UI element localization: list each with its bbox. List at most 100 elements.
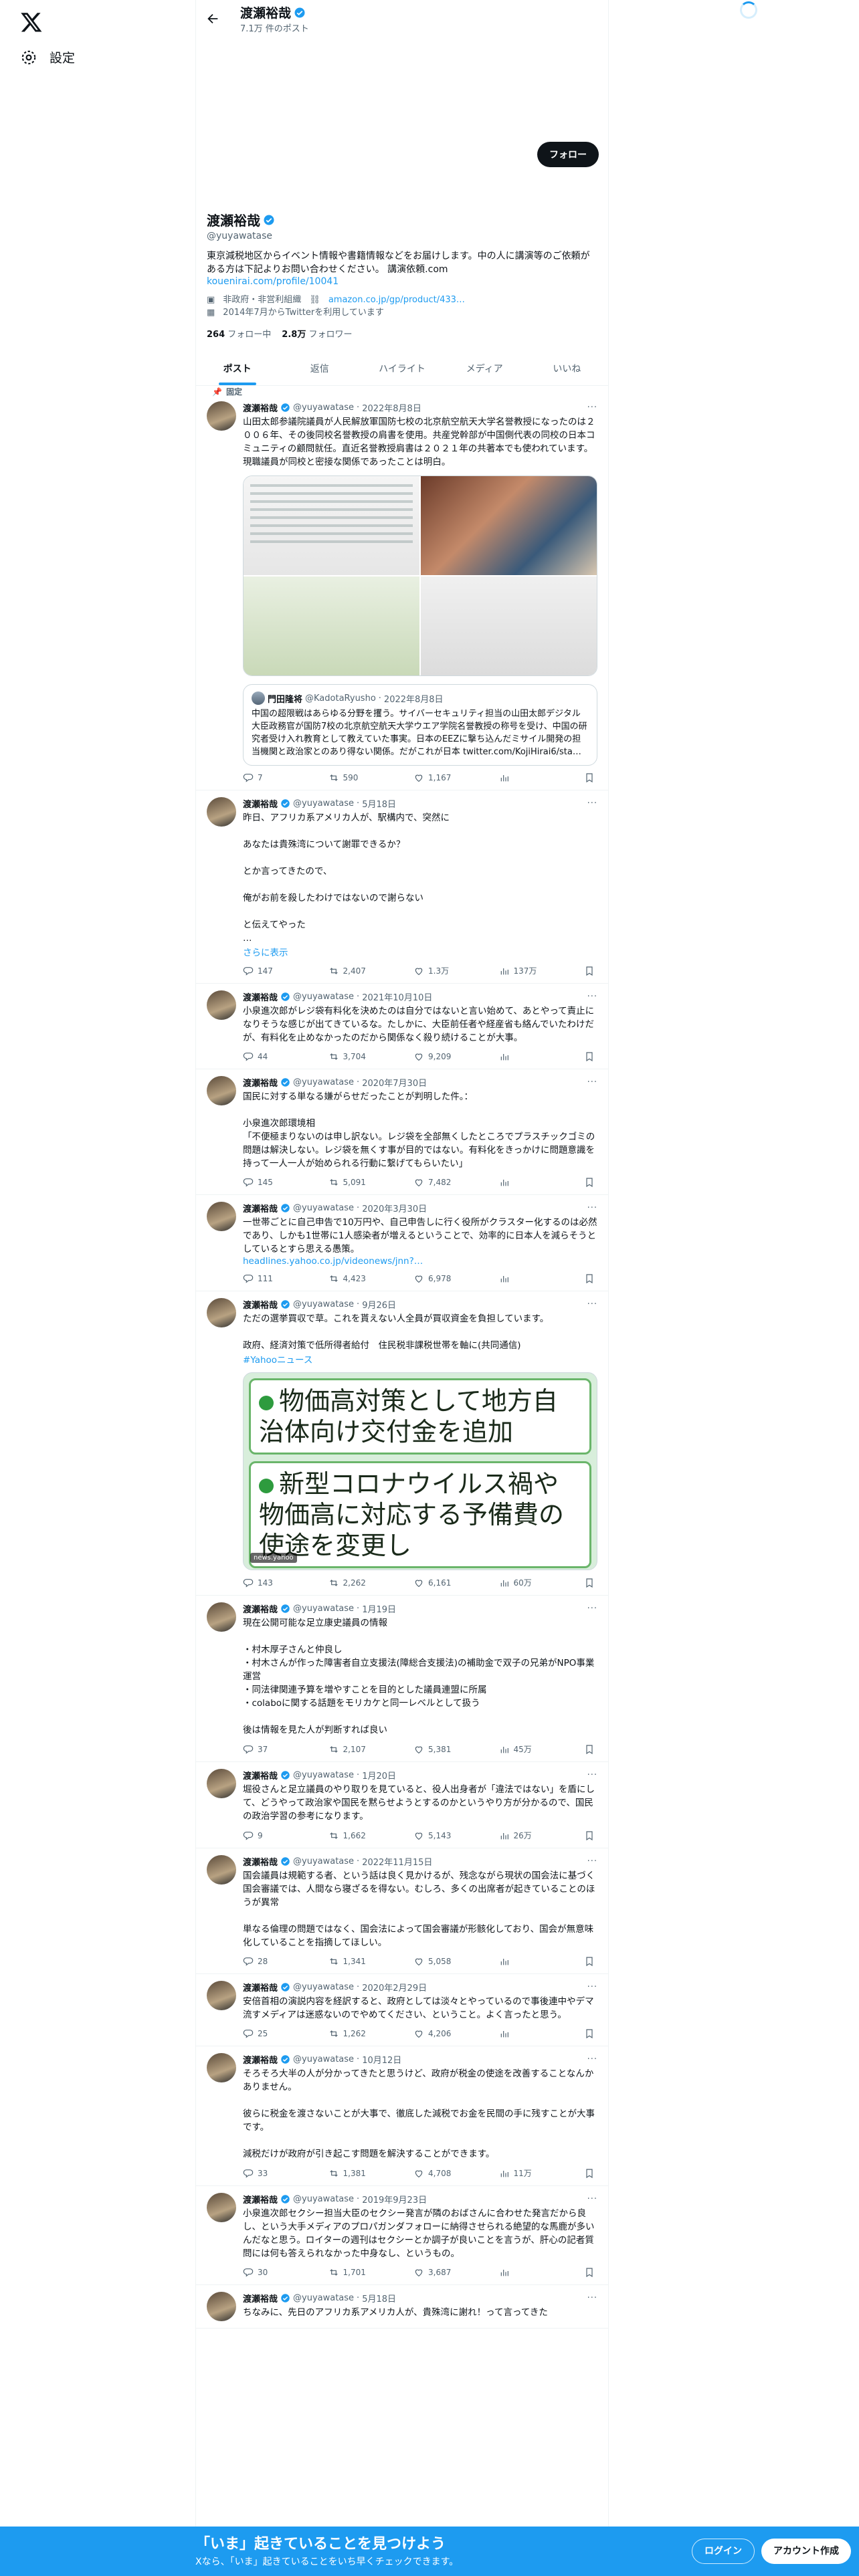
media-image[interactable] xyxy=(421,576,597,675)
more-options-icon[interactable]: ··· xyxy=(587,992,597,1002)
more-options-icon[interactable]: ··· xyxy=(587,1604,597,1614)
tweet-author-name[interactable]: 渡瀬裕哉 xyxy=(243,1076,278,1089)
tweet[interactable]: 渡瀬裕哉 @yuyawatase · 1月19日 ··· 現在公開可能な足立康史議員の情報… xyxy=(196,1596,608,1762)
login-button[interactable]: ログイン xyxy=(692,2539,755,2564)
tab-likes[interactable]: いいね xyxy=(526,350,608,385)
views-button[interactable]: 60万 xyxy=(499,1577,546,1588)
more-options-icon[interactable]: ··· xyxy=(587,1856,597,1866)
tweet-handle[interactable]: @yuyawatase xyxy=(293,798,354,809)
avatar[interactable] xyxy=(207,2053,236,2082)
reply-button[interactable]: 111 xyxy=(243,1273,290,1284)
tweet-handle[interactable]: @yuyawatase xyxy=(293,1982,354,1992)
follow-button[interactable]: フォロー xyxy=(537,142,599,167)
tweet-author-name[interactable]: 渡瀬裕哉 xyxy=(243,1855,278,1868)
tweet-author-name[interactable]: 渡瀬裕哉 xyxy=(243,1602,278,1615)
tweet-date[interactable]: 2021年10月10日 xyxy=(362,990,432,1003)
like-button[interactable]: 4,206 xyxy=(413,2028,460,2039)
reply-button[interactable]: 30 xyxy=(243,2267,290,2278)
tweet-author-name[interactable]: 渡瀬裕哉 xyxy=(243,401,278,414)
tab-posts[interactable]: ポスト xyxy=(196,350,278,385)
avatar[interactable] xyxy=(207,401,236,431)
views-button[interactable] xyxy=(499,2267,546,2278)
tweet-handle[interactable]: @yuyawatase xyxy=(293,1604,354,1614)
more-options-icon[interactable]: ··· xyxy=(587,1299,597,1309)
tweet[interactable]: 渡瀬裕哉 @yuyawatase · 2022年8月8日 ··· 山田太郎参議院議員が人民… xyxy=(196,400,608,790)
like-button[interactable]: 5,058 xyxy=(413,1956,460,1967)
tweet-author-name[interactable]: 渡瀬裕哉 xyxy=(243,1769,278,1782)
more-options-icon[interactable]: ··· xyxy=(587,1982,597,1992)
tweet[interactable]: 渡瀬裕哉 @yuyawatase · 2020年7月30日 ··· 国民に対する単なる嫌が… xyxy=(196,1069,608,1195)
more-options-icon[interactable]: ··· xyxy=(587,2054,597,2064)
tweet[interactable]: 渡瀬裕哉 @yuyawatase · 2022年11月15日 ··· 国会議員は規範する者… xyxy=(196,1848,608,1974)
like-button[interactable]: 5,381 xyxy=(413,1743,460,1755)
views-button[interactable]: 45万 xyxy=(499,1743,546,1755)
tweet-handle[interactable]: @yuyawatase xyxy=(293,2293,354,2303)
tweet-date[interactable]: 2022年11月15日 xyxy=(362,1855,432,1868)
retweet-button[interactable]: 1,341 xyxy=(328,1956,375,1967)
tweet-date[interactable]: 2020年2月29日 xyxy=(362,1981,427,1994)
tweet-handle[interactable]: @yuyawatase xyxy=(293,2194,354,2204)
tweet-link[interactable]: headlines.yahoo.co.jp/videonews/jnn?… xyxy=(243,1256,597,1267)
more-options-icon[interactable]: ··· xyxy=(587,2194,597,2204)
like-button[interactable]: 6,161 xyxy=(413,1577,460,1588)
tab-replies[interactable]: 返信 xyxy=(278,350,361,385)
profile-bio-link[interactable]: kouenirai.com/profile/10041 xyxy=(207,276,597,287)
like-button[interactable]: 1,167 xyxy=(413,772,460,783)
tweet-author-name[interactable]: 渡瀬裕哉 xyxy=(243,1981,278,1994)
bookmark-button[interactable] xyxy=(584,1051,595,1062)
like-button[interactable]: 6,978 xyxy=(413,1273,460,1284)
tweet[interactable]: 渡瀬裕哉 @yuyawatase · 2020年3月30日 ··· 一世帯ごとに自己申告で… xyxy=(196,1195,608,1291)
more-options-icon[interactable]: ··· xyxy=(587,1770,597,1780)
tweet[interactable]: 渡瀬裕哉 @yuyawatase · 2020年2月29日 ··· 安倍首相の演説内容を経… xyxy=(196,1974,608,2046)
like-button[interactable]: 1.3万 xyxy=(413,965,460,976)
tweet[interactable]: 渡瀬裕哉 @yuyawatase · 2021年10月10日 ··· 小泉進次郎がレジ袋有… xyxy=(196,984,608,1069)
tweet-date[interactable]: 9月26日 xyxy=(362,1298,396,1311)
views-button[interactable] xyxy=(499,1051,546,1062)
tweet[interactable]: 渡瀬裕哉 @yuyawatase · 1月20日 ··· 堀役さんと足立議員のやり取りを見… xyxy=(196,1762,608,1848)
tweet-date[interactable]: 10月12日 xyxy=(362,2053,401,2066)
retweet-button[interactable]: 2,107 xyxy=(328,1743,375,1755)
tweet-handle[interactable]: @yuyawatase xyxy=(293,992,354,1002)
bookmark-button[interactable] xyxy=(584,1830,595,1841)
retweet-button[interactable]: 1,381 xyxy=(328,2167,375,2179)
tweet-author-name[interactable]: 渡瀬裕哉 xyxy=(243,1202,278,1214)
tweet-author-name[interactable]: 渡瀬裕哉 xyxy=(243,1298,278,1311)
tweet-date[interactable]: 1月20日 xyxy=(362,1769,396,1782)
avatar[interactable] xyxy=(207,2193,236,2222)
tweet-date[interactable]: 2022年8月8日 xyxy=(362,401,421,414)
retweet-button[interactable]: 4,423 xyxy=(328,1273,375,1284)
settings-link[interactable]: 設定 xyxy=(20,48,75,66)
tweet[interactable]: 渡瀬裕哉 @yuyawatase · 2019年9月23日 ··· 小泉進次郎セクシー担当… xyxy=(196,2186,608,2285)
media-image[interactable] xyxy=(244,476,419,575)
avatar[interactable] xyxy=(207,1298,236,1327)
media-image[interactable] xyxy=(244,576,419,675)
more-options-icon[interactable]: ··· xyxy=(587,1077,597,1087)
views-button[interactable] xyxy=(499,772,546,783)
reply-button[interactable]: 28 xyxy=(243,1956,290,1967)
bookmark-button[interactable] xyxy=(584,1177,595,1188)
tweet-handle[interactable]: @yuyawatase xyxy=(293,403,354,413)
tweet-handle[interactable]: @yuyawatase xyxy=(293,1077,354,1087)
quoted-tweet[interactable]: 門田隆将 @KadotaRyusho · 2022年8月8日 中国の超限戦はあらゆる分野… xyxy=(243,684,597,766)
retweet-button[interactable]: 3,704 xyxy=(328,1051,375,1062)
tab-media[interactable]: メディア xyxy=(444,350,526,385)
retweet-button[interactable]: 1,662 xyxy=(328,1830,375,1841)
tweet-author-name[interactable]: 渡瀬裕哉 xyxy=(243,990,278,1003)
bookmark-button[interactable] xyxy=(584,2028,595,2039)
views-button[interactable]: 137万 xyxy=(499,965,546,976)
tweet-author-name[interactable]: 渡瀬裕哉 xyxy=(243,2053,278,2066)
tweet-date[interactable]: 2019年9月23日 xyxy=(362,2193,427,2206)
reply-button[interactable]: 44 xyxy=(243,1051,290,1062)
tweet-date[interactable]: 5月18日 xyxy=(362,2292,396,2304)
like-button[interactable]: 5,143 xyxy=(413,1830,460,1841)
tweet-date[interactable]: 2020年7月30日 xyxy=(362,1076,427,1089)
tweet-handle[interactable]: @yuyawatase xyxy=(293,1856,354,1866)
tweet[interactable]: 渡瀬裕哉 @yuyawatase · 10月12日 ··· そろそろ大半の人が分かってきた… xyxy=(196,2046,608,2186)
tweet-handle[interactable]: @yuyawatase xyxy=(293,2054,354,2064)
tweet[interactable]: 渡瀬裕哉 @yuyawatase · 5月18日 ··· 昨日、アフリカ系アメリカ人が、駅… xyxy=(196,790,608,984)
reply-button[interactable]: 7 xyxy=(243,772,290,783)
tweet-media-image[interactable]: 物価高対策として地方自治体向け交付金を追加 新型コロナウイルス禍や物価高に対応する… xyxy=(243,1372,597,1570)
retweet-button[interactable]: 2,262 xyxy=(328,1577,375,1588)
retweet-button[interactable]: 1,701 xyxy=(328,2267,375,2278)
views-button[interactable] xyxy=(499,2028,546,2039)
